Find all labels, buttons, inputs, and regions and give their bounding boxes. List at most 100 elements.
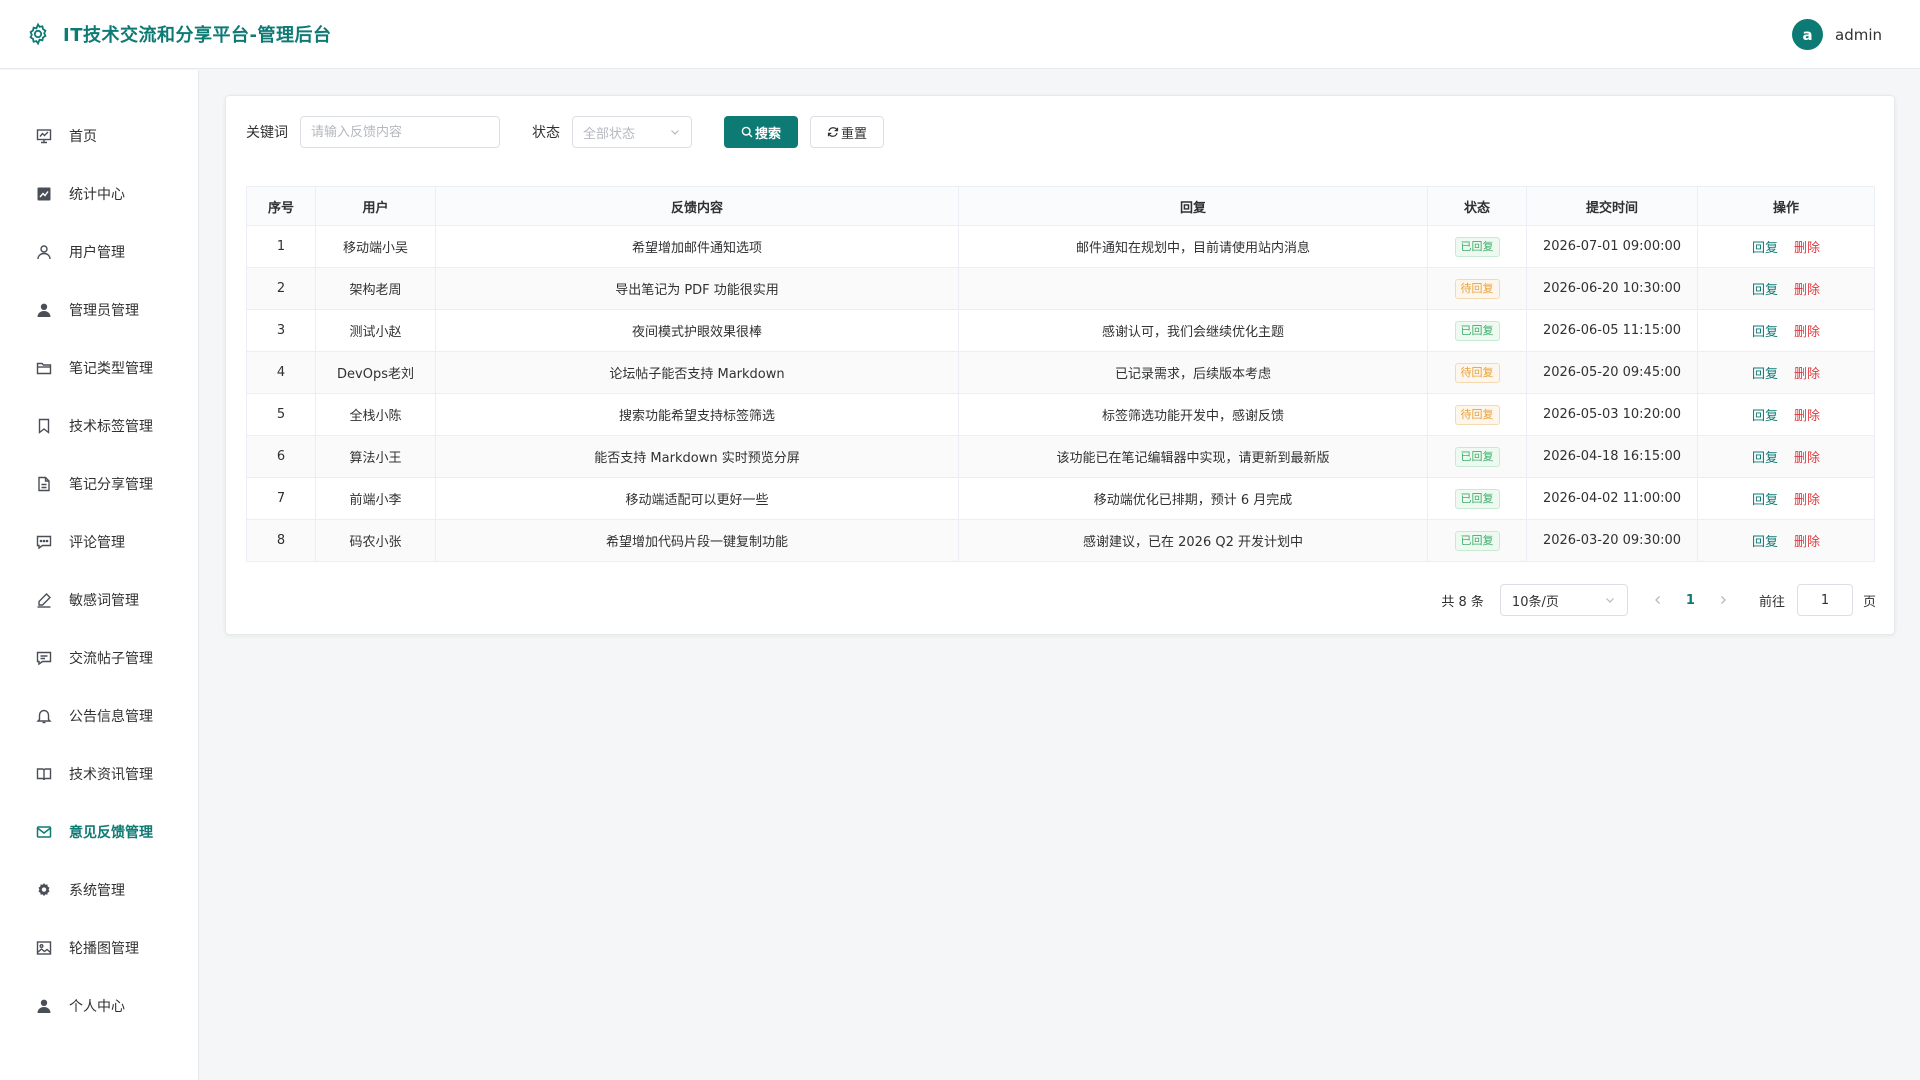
user-menu[interactable]: a admin: [1792, 19, 1882, 50]
cell-time: 2026-05-20 09:45:00: [1526, 351, 1698, 394]
sidebar-item-tags[interactable]: 技术标签管理: [0, 406, 199, 446]
cell-actions: 回复 删除: [1697, 477, 1875, 520]
cell-time: 2026-05-03 10:20:00: [1526, 393, 1698, 436]
sidebar-item-label: 个人中心: [69, 999, 125, 1015]
search-button[interactable]: 搜索: [724, 116, 798, 148]
column-header: 序号: [246, 186, 316, 226]
column-header: 反馈内容: [435, 186, 959, 226]
delete-button[interactable]: 删除: [1794, 325, 1820, 340]
cell-index: 8: [246, 519, 316, 562]
page-number-current[interactable]: 1: [1686, 593, 1695, 608]
table-row: 1 移动端小吴 希望增加邮件通知选项 邮件通知在规划中，目前请使用站内消息 已回…: [246, 225, 1875, 268]
reply-button[interactable]: 回复: [1752, 283, 1778, 298]
goto-label: 前往: [1758, 594, 1785, 610]
sidebar-item-stats[interactable]: 统计中心: [0, 174, 199, 214]
reply-button[interactable]: 回复: [1752, 409, 1778, 424]
sidebar-item-label: 交流帖子管理: [69, 651, 153, 667]
brand[interactable]: IT技术交流和分享平台-管理后台: [25, 21, 331, 47]
sidebar-item-home[interactable]: 首页: [0, 116, 199, 156]
cell-user: 测试小赵: [315, 309, 436, 352]
page-unit-label: 页: [1862, 594, 1876, 610]
table-row: 5 全栈小陈 搜索功能希望支持标签筛选 标签筛选功能开发中，感谢反馈 待回复 2…: [246, 393, 1875, 436]
column-header: 状态: [1427, 186, 1527, 226]
sidebar-item-comments[interactable]: 评论管理: [0, 522, 199, 562]
delete-button[interactable]: 删除: [1794, 493, 1820, 508]
cell-content: 移动端适配可以更好一些: [435, 477, 959, 520]
next-page-button[interactable]: [1717, 594, 1729, 606]
sidebar-item-label: 系统管理: [69, 883, 125, 899]
reply-button[interactable]: 回复: [1752, 451, 1778, 466]
sidebar-item-label: 敏感词管理: [69, 593, 139, 609]
chevron-down-icon: [669, 126, 681, 138]
sidebar-item-label: 首页: [69, 129, 97, 145]
table-row: 4 DevOps老刘 论坛帖子能否支持 Markdown 已记录需求，后续版本考…: [246, 351, 1875, 394]
column-header: 提交时间: [1526, 186, 1698, 226]
column-header: 操作: [1697, 186, 1875, 226]
cell-time: 2026-03-20 09:30:00: [1526, 519, 1698, 562]
cell-actions: 回复 删除: [1697, 309, 1875, 352]
search-button-label: 搜索: [754, 126, 781, 142]
delete-button[interactable]: 删除: [1794, 535, 1820, 550]
delete-button[interactable]: 删除: [1794, 367, 1820, 382]
sidebar-item-note-types[interactable]: 笔记类型管理: [0, 348, 199, 388]
sidebar-item-admins[interactable]: 管理员管理: [0, 290, 199, 330]
cell-time: 2026-07-01 09:00:00: [1526, 225, 1698, 268]
cell-reply: 感谢建议，已在 2026 Q2 开发计划中: [958, 519, 1428, 562]
cell-reply: 该功能已在笔记编辑器中实现，请更新到最新版: [958, 435, 1428, 478]
sidebar-item-label: 统计中心: [69, 187, 125, 203]
sidebar: 首页 统计中心 用户管理 管理员管理 笔记类型管理 技术标签管理 笔记分享管理 …: [0, 70, 199, 1080]
cell-content: 希望增加代码片段一键复制功能: [435, 519, 959, 562]
cell-user: 架构老周: [315, 267, 436, 310]
reply-button[interactable]: 回复: [1752, 493, 1778, 508]
sidebar-item-users[interactable]: 用户管理: [0, 232, 199, 272]
cell-content: 希望增加邮件通知选项: [435, 225, 959, 268]
reply-button[interactable]: 回复: [1752, 535, 1778, 550]
sidebar-item-label: 技术标签管理: [69, 419, 153, 435]
reply-button[interactable]: 回复: [1752, 367, 1778, 382]
page-size-select[interactable]: 10条/页: [1499, 584, 1628, 616]
cell-actions: 回复 删除: [1697, 351, 1875, 394]
sidebar-item-note-share[interactable]: 笔记分享管理: [0, 464, 199, 504]
app-title: IT技术交流和分享平台-管理后台: [63, 25, 332, 46]
sidebar-item-notices[interactable]: 公告信息管理: [0, 696, 199, 736]
filter-bar: 关键词 状态 全部状态 搜索 重置: [246, 116, 884, 148]
status-badge: 已回复: [1454, 236, 1500, 257]
feedback-table: 序号 用户 反馈内容 回复 状态 提交时间 操作 1 移动端小吴 希望增加邮件通…: [246, 186, 1875, 562]
delete-button[interactable]: 删除: [1794, 409, 1820, 424]
delete-button[interactable]: 删除: [1794, 241, 1820, 256]
reply-button[interactable]: 回复: [1752, 325, 1778, 340]
cell-reply: 感谢认可，我们会继续优化主题: [958, 309, 1428, 352]
cell-reply: 移动端优化已排期，预计 6 月完成: [958, 477, 1428, 520]
sidebar-item-profile[interactable]: 个人中心: [0, 986, 199, 1026]
sidebar-item-posts[interactable]: 交流帖子管理: [0, 638, 199, 678]
dashboard-icon: [35, 127, 53, 145]
sidebar-item-carousel[interactable]: 轮播图管理: [0, 928, 199, 968]
status-badge: 已回复: [1454, 320, 1500, 341]
delete-button[interactable]: 删除: [1794, 451, 1820, 466]
cell-user: 前端小李: [315, 477, 436, 520]
cell-reply: [958, 267, 1428, 310]
cell-time: 2026-06-20 10:30:00: [1526, 267, 1698, 310]
mail-icon: [35, 823, 53, 841]
sidebar-item-sensitive-words[interactable]: 敏感词管理: [0, 580, 199, 620]
pen-icon: [35, 591, 53, 609]
user-outline-icon: [35, 243, 53, 261]
goto-page-input[interactable]: [1796, 584, 1853, 616]
status-select[interactable]: 全部状态: [572, 116, 692, 148]
page-size-value: 10条/页: [1511, 594, 1559, 610]
sidebar-item-system[interactable]: 系统管理: [0, 870, 199, 910]
sidebar-item-feedback[interactable]: 意见反馈管理: [0, 812, 199, 852]
gear-icon: [35, 881, 53, 899]
reply-button[interactable]: 回复: [1752, 241, 1778, 256]
prev-page-button[interactable]: [1652, 594, 1664, 606]
delete-button[interactable]: 删除: [1794, 283, 1820, 298]
keyword-input[interactable]: [300, 116, 500, 148]
cell-status: 待回复: [1427, 393, 1527, 436]
document-icon: [35, 475, 53, 493]
table-row: 2 架构老周 导出笔记为 PDF 功能很实用 待回复 2026-06-20 10…: [246, 267, 1875, 310]
keyword-label: 关键词: [246, 125, 288, 141]
cell-status: 已回复: [1427, 225, 1527, 268]
reset-button[interactable]: 重置: [810, 116, 884, 148]
sidebar-item-tech-news[interactable]: 技术资讯管理: [0, 754, 199, 794]
pagination-total: 共 8 条: [1441, 594, 1484, 610]
